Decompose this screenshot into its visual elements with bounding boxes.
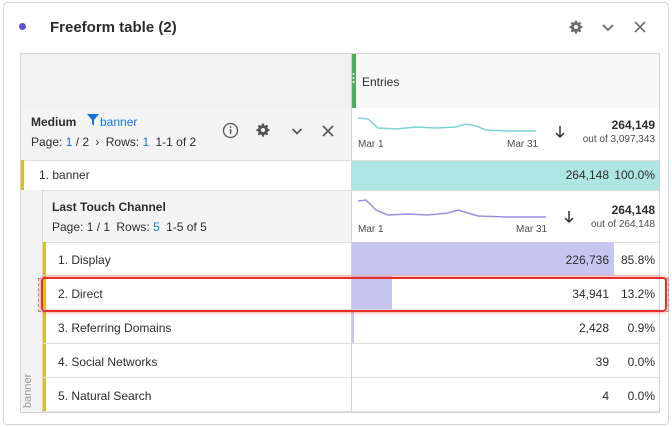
dimension-spark-start: Mar 1: [358, 139, 384, 150]
subdimension-sparkline: [356, 196, 548, 225]
subdimension-header: [43, 191, 351, 242]
row-banner-pct: 100.0%: [614, 168, 655, 182]
freeform-table: Entries Medium banner Page: 1 / 2 › Rows…: [20, 53, 669, 413]
filter-value[interactable]: banner: [100, 115, 137, 129]
row-indicator: [21, 160, 24, 190]
rows-count[interactable]: 1: [142, 135, 149, 149]
freeform-table-panel: Freeform table (2) Entries Medium banner…: [3, 2, 669, 425]
dimension-out-of: out of 3,097,343: [582, 134, 655, 145]
row-indicator: [43, 344, 46, 378]
subdimension-pagination: Page: 1 / 1 Rows: 5 1-5 of 5: [52, 220, 207, 234]
row-banner-value: 264,148: [565, 168, 609, 182]
selection-dotted-outline: [38, 278, 669, 312]
row-pct: 0.9%: [627, 321, 655, 335]
row-label[interactable]: 5. Natural Search: [58, 389, 151, 403]
close-icon[interactable]: [630, 17, 650, 37]
subdimension-name[interactable]: Last Touch Channel: [52, 200, 166, 214]
gear-icon[interactable]: [566, 17, 586, 37]
dimension-close-icon[interactable]: [322, 125, 334, 140]
dimension-pagination: Page: 1 / 2 › Rows: 1 1-1 of 2: [31, 135, 197, 149]
row-pct: 0.0%: [627, 389, 655, 403]
row-pct: 85.8%: [620, 253, 655, 267]
row-value: 39: [595, 355, 609, 369]
subdimension-spark-end: Mar 31: [516, 224, 548, 235]
dimension-column-header: [21, 54, 351, 108]
subdimension-out-of: out of 264,148: [591, 219, 655, 230]
chevron-down-icon[interactable]: [598, 17, 618, 37]
page-current[interactable]: 1: [66, 135, 73, 149]
row-label[interactable]: 1. Display: [58, 253, 111, 267]
row-banner-bar: [351, 161, 659, 190]
panel-title: Freeform table (2): [50, 19, 177, 36]
row-indicator: [43, 378, 46, 412]
row-pct: 0.0%: [627, 355, 655, 369]
info-icon[interactable]: [222, 122, 239, 142]
dimension-spark-end: Mar 31: [507, 139, 539, 150]
subdimension-spark-start: Mar 1: [358, 224, 384, 235]
row-indicator: [43, 242, 46, 276]
row-label[interactable]: 3. Referring Domains: [58, 321, 171, 335]
row-label[interactable]: 4. Social Networks: [58, 355, 157, 369]
row-indicator: [43, 310, 46, 344]
breakdown-side-label: banner: [22, 373, 34, 408]
sub-rows-count[interactable]: 5: [153, 220, 160, 234]
sub-sort-descending-icon[interactable]: [564, 210, 574, 227]
subdimension-total: 264,148: [611, 203, 655, 217]
row-value: 4: [602, 389, 609, 403]
row-value: 226,736: [565, 253, 609, 267]
panel-color-dot: [19, 23, 26, 30]
metric-name: Entries: [362, 75, 400, 89]
dimension-chevron-down-icon[interactable]: [291, 125, 303, 140]
dimension-settings-gear-icon[interactable]: [255, 122, 271, 141]
sort-descending-icon[interactable]: [555, 125, 565, 142]
next-page-icon[interactable]: ›: [95, 135, 99, 149]
dimension-total: 264,149: [611, 118, 655, 132]
dimension-name[interactable]: Medium: [31, 115, 76, 129]
row-value: 2,428: [578, 321, 609, 335]
filter-icon: [87, 114, 99, 126]
row-banner-label[interactable]: 1. banner: [39, 168, 90, 182]
dimension-sparkline: [356, 114, 538, 141]
